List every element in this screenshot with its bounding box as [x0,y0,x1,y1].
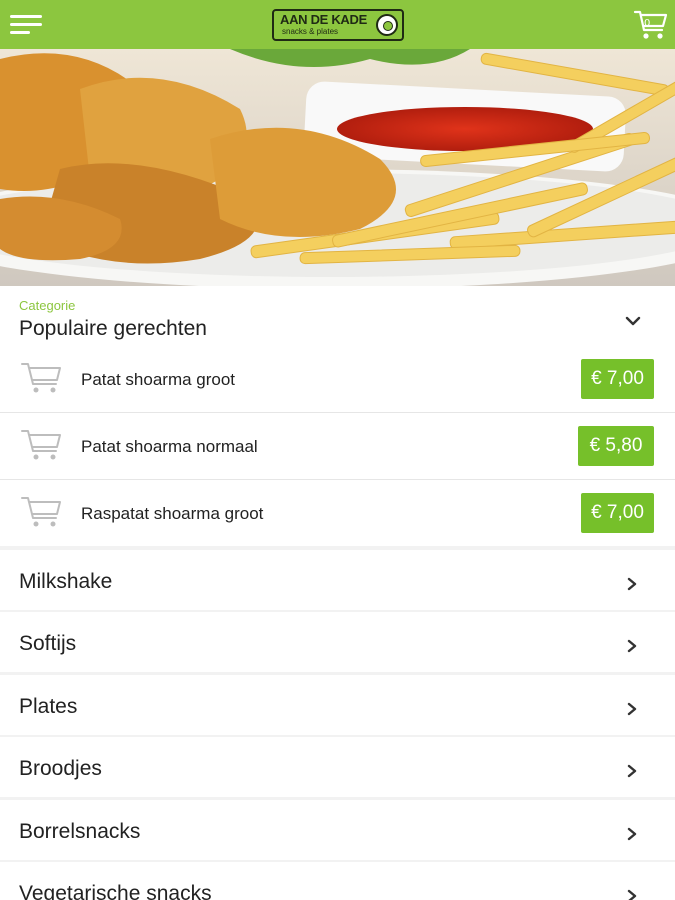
top-bar: AAN DE KADE snacks & plates 0 [0,0,675,49]
category-row-softijs[interactable]: Softijs [0,612,675,672]
cart-count-badge: 0 [644,18,651,29]
category-row-label: Vegetarische snacks [19,882,212,900]
category-row-label: Milkshake [19,570,113,593]
logo-subtitle: snacks & plates [282,27,339,36]
chevron-right-icon [627,577,637,591]
category-row-label: Borrelsnacks [19,820,141,843]
logo-emblem-icon [376,14,398,36]
logo-title: AAN DE KADE [280,12,367,27]
chevron-right-icon [627,639,637,653]
brand-logo[interactable]: AAN DE KADE snacks & plates [272,9,404,41]
menu-item[interactable]: Patat shoarma normaal € 5,80 [0,412,675,479]
category-row-plates[interactable]: Plates [0,675,675,735]
add-to-cart-icon[interactable] [20,492,62,528]
category-row-label: Broodjes [19,757,102,780]
category-title: Populaire gerechten [19,317,207,340]
category-row-vegetarische-snacks[interactable]: Vegetarische snacks [0,862,675,900]
menu-item-name: Patat shoarma normaal [81,437,258,456]
category-row-milkshake[interactable]: Milkshake [0,550,675,610]
chevron-down-icon[interactable] [624,314,642,328]
hero-food-image [0,49,675,286]
menu-item[interactable]: Patat shoarma groot € 7,00 [0,346,675,413]
category-row-label: Softijs [19,632,77,655]
chevron-right-icon [627,889,637,900]
chevron-right-icon [627,764,637,778]
price-button[interactable]: € 7,00 [581,493,654,533]
hamburger-menu-icon[interactable] [10,14,42,36]
chevron-right-icon [627,702,637,716]
category-row-borrelsnacks[interactable]: Borrelsnacks [0,800,675,860]
menu-item-name: Raspatat shoarma groot [81,504,264,523]
app-screen: AAN DE KADE snacks & plates 0 Categorie … [0,0,675,900]
shopping-cart-icon[interactable]: 0 [633,6,669,42]
menu-item[interactable]: Raspatat shoarma groot € 7,00 [0,479,675,546]
category-row-broodjes[interactable]: Broodjes [0,737,675,797]
price-button[interactable]: € 7,00 [581,359,654,399]
category-row-label: Plates [19,695,78,718]
chevron-right-icon [627,827,637,841]
popular-dishes-panel: Categorie Populaire gerechten Patat shoa… [0,286,675,546]
price-button[interactable]: € 5,80 [578,426,654,466]
add-to-cart-icon[interactable] [20,358,62,394]
menu-item-name: Patat shoarma groot [81,370,236,389]
add-to-cart-icon[interactable] [20,425,62,461]
category-label: Categorie [19,298,76,313]
